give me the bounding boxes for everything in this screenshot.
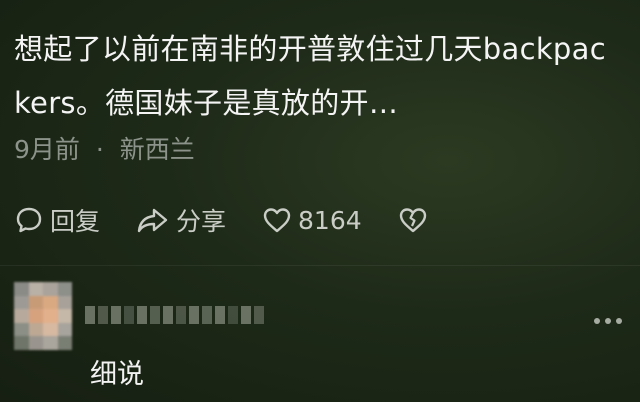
more-dot-icon xyxy=(594,318,600,324)
heart-icon xyxy=(263,208,291,233)
meta-separator: · xyxy=(95,135,104,164)
reply-label: 回复 xyxy=(50,207,101,236)
post-text-line-2: kers。德国妹子是真放的开… xyxy=(14,86,399,120)
reply-button[interactable]: 回复 xyxy=(14,202,100,238)
like-count: 8164 xyxy=(298,205,362,235)
share-button[interactable]: 分享 xyxy=(136,202,226,238)
post-content: 想起了以前在南非的开普敦住过几天backpac kers。德国妹子是真放的开… xyxy=(14,22,630,130)
reply-icon xyxy=(16,207,42,233)
post-meta: 9月前 · 新西兰 xyxy=(14,130,195,166)
share-label: 分享 xyxy=(176,207,227,236)
like-button[interactable]: 8164 xyxy=(262,205,362,235)
share-icon xyxy=(137,208,168,233)
commenter-name-blurred xyxy=(85,306,264,324)
comment-text: 细说 xyxy=(90,359,144,390)
more-dot-icon xyxy=(605,318,611,324)
post-location: 新西兰 xyxy=(119,135,195,164)
action-bar: 回复 分享 8164 xyxy=(14,200,470,240)
more-dot-icon xyxy=(616,318,622,324)
divider xyxy=(0,265,640,266)
dislike-button[interactable] xyxy=(398,205,434,235)
more-options-button[interactable] xyxy=(594,318,622,324)
post-time: 9月前 xyxy=(14,135,80,164)
post-text-line-1: 想起了以前在南非的开普敦住过几天backpac xyxy=(14,32,606,66)
commenter-avatar[interactable] xyxy=(14,282,72,350)
broken-heart-icon xyxy=(399,208,426,233)
